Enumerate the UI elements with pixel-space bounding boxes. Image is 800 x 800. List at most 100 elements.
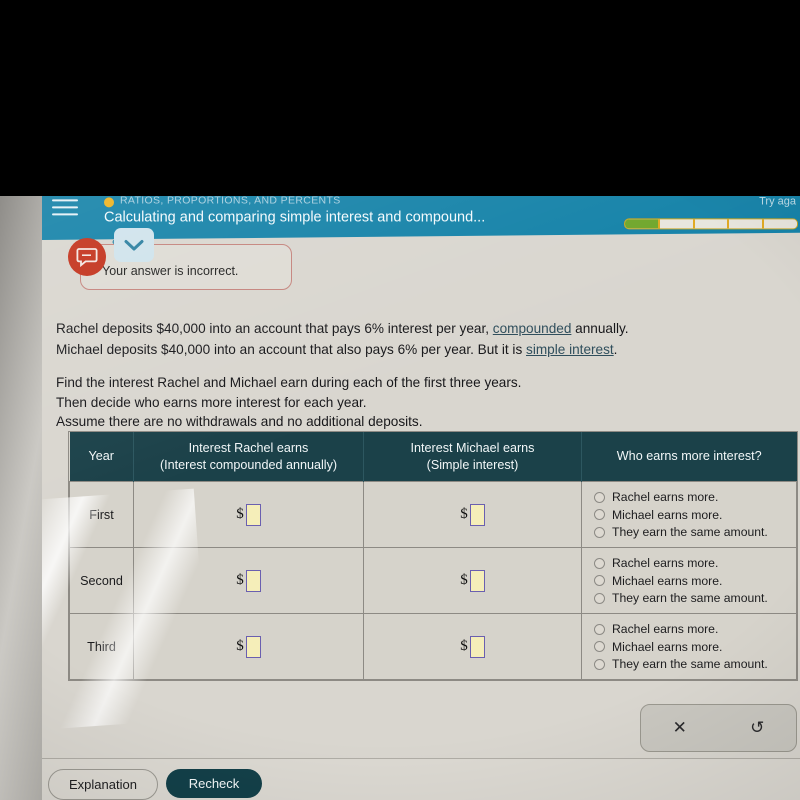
try-again-label: Try aga bbox=[759, 196, 796, 208]
radio-button-icon[interactable] bbox=[594, 575, 605, 586]
header-michael-line2: (Simple interest) bbox=[426, 457, 519, 472]
table-row: Second $ $ Rachel earns more. Michael ea… bbox=[69, 547, 797, 614]
who-earns-more-cell-first: Rachel earns more. Michael earns more. T… bbox=[581, 481, 797, 548]
problem-line-2: Michael deposits $40,000 into an account… bbox=[56, 339, 756, 360]
radio-label: They earn the same amount. bbox=[612, 525, 768, 539]
progress-bar bbox=[624, 218, 798, 230]
header-rachel-line1: Interest Rachel earns bbox=[188, 441, 309, 455]
currency-symbol: $ bbox=[236, 638, 244, 654]
who-earns-more-cell-second: Rachel earns more. Michael earns more. T… bbox=[581, 547, 797, 614]
explanation-button[interactable]: Explanation bbox=[48, 769, 158, 800]
rachel-answer-input-third[interactable] bbox=[245, 635, 261, 658]
feedback-message: Your answer is incorrect. bbox=[102, 264, 239, 278]
progress-segment bbox=[764, 219, 797, 229]
problem-statement: Rachel deposits $40,000 into an account … bbox=[56, 318, 756, 432]
lesson-title: Calculating and comparing simple interes… bbox=[104, 209, 486, 226]
year-cell: First bbox=[69, 481, 134, 548]
radio-button-icon[interactable] bbox=[594, 592, 605, 604]
michael-answer-input-first[interactable] bbox=[469, 503, 485, 526]
rachel-answer-cell: $ bbox=[133, 547, 364, 614]
problem-line-1-text-a: Rachel deposits $40,000 into an account … bbox=[56, 321, 493, 336]
rachel-answer-input-second[interactable] bbox=[245, 569, 261, 592]
michael-answer-cell: $ bbox=[363, 613, 582, 680]
header-rachel-line2: (Interest compounded annually) bbox=[159, 457, 338, 472]
radio-label: Rachel earns more. bbox=[612, 556, 719, 570]
radio-option-same-second[interactable]: They earn the same amount. bbox=[594, 589, 796, 607]
speech-bubble-icon bbox=[68, 238, 106, 276]
rachel-answer-cell: $ bbox=[133, 481, 364, 548]
clear-button[interactable]: ✕ bbox=[641, 705, 719, 751]
clear-undo-control: ✕ ↺ bbox=[640, 704, 797, 752]
header-year: Year bbox=[69, 432, 134, 482]
photo-of-screen: RATIOS, PROPORTIONS, AND PERCENTS Calcul… bbox=[0, 0, 800, 800]
money-input-group: $ bbox=[460, 635, 485, 658]
feedback-banner: ain Your answer is incorrect. bbox=[62, 228, 292, 290]
header-who: Who earns more interest? bbox=[581, 432, 797, 482]
app-screen: RATIOS, PROPORTIONS, AND PERCENTS Calcul… bbox=[42, 196, 800, 800]
michael-answer-cell: $ bbox=[363, 547, 582, 614]
progress-segment bbox=[625, 219, 660, 229]
currency-symbol: $ bbox=[460, 638, 468, 654]
undo-button[interactable]: ↺ bbox=[719, 705, 797, 751]
header-michael: Interest Michael earns (Simple interest) bbox=[363, 432, 582, 482]
table-row: First $ $ Rachel earns more. Michael ear… bbox=[69, 481, 797, 548]
footer-bar: Explanation Recheck bbox=[42, 759, 800, 800]
rachel-answer-input-first[interactable] bbox=[245, 503, 261, 526]
radio-option-rachel-third[interactable]: Rachel earns more. bbox=[594, 620, 796, 638]
money-input-group: $ bbox=[460, 569, 485, 592]
bezel-shading bbox=[0, 196, 42, 800]
currency-symbol: $ bbox=[460, 572, 468, 588]
year-cell: Third bbox=[69, 613, 134, 680]
recheck-button[interactable]: Recheck bbox=[166, 769, 262, 798]
compounded-link[interactable]: compounded bbox=[493, 321, 572, 336]
radio-button-icon[interactable] bbox=[594, 641, 605, 652]
radio-option-same-third[interactable]: They earn the same amount. bbox=[594, 655, 796, 673]
header-michael-line1: Interest Michael earns bbox=[410, 441, 535, 455]
who-earns-more-cell-third: Rachel earns more. Michael earns more. T… bbox=[581, 613, 797, 680]
rachel-answer-cell: $ bbox=[133, 613, 364, 680]
year-cell: Second bbox=[69, 547, 134, 614]
radio-label: Michael earns more. bbox=[612, 573, 723, 588]
money-input-group: $ bbox=[236, 635, 261, 658]
radio-button-icon[interactable] bbox=[594, 491, 605, 503]
radio-label: Rachel earns more. bbox=[612, 490, 719, 504]
problem-line-2-text-a: Michael deposits $40,000 into an account… bbox=[56, 342, 527, 357]
currency-symbol: $ bbox=[236, 572, 244, 588]
black-border-left bbox=[0, 196, 42, 800]
black-border-top bbox=[0, 0, 800, 196]
radio-label: They earn the same amount. bbox=[612, 657, 768, 671]
progress-segment bbox=[694, 219, 730, 229]
radio-option-rachel-second[interactable]: Rachel earns more. bbox=[594, 554, 796, 572]
radio-option-rachel-first[interactable]: Rachel earns more. bbox=[594, 488, 796, 506]
radio-option-same-first[interactable]: They earn the same amount. bbox=[594, 523, 796, 541]
michael-answer-input-third[interactable] bbox=[469, 635, 485, 658]
michael-answer-cell: $ bbox=[363, 481, 582, 548]
radio-label: Michael earns more. bbox=[612, 507, 723, 522]
simple-interest-link[interactable]: simple interest bbox=[526, 342, 614, 357]
radio-button-icon[interactable] bbox=[594, 509, 605, 520]
answer-table: Year Interest Rachel earns (Interest com… bbox=[69, 432, 797, 680]
radio-label: Rachel earns more. bbox=[612, 622, 719, 636]
michael-answer-input-second[interactable] bbox=[469, 569, 485, 592]
radio-option-michael-second[interactable]: Michael earns more. bbox=[594, 572, 796, 590]
header-rachel: Interest Rachel earns (Interest compound… bbox=[133, 432, 364, 482]
currency-symbol: $ bbox=[236, 506, 244, 522]
problem-line-4: Then decide who earns more interest for … bbox=[56, 394, 367, 410]
problem-line-2-text-b: . bbox=[613, 342, 618, 357]
chevron-down-icon[interactable] bbox=[114, 228, 154, 262]
course-dot-icon bbox=[104, 197, 114, 208]
money-input-group: $ bbox=[236, 569, 261, 592]
radio-option-michael-third[interactable]: Michael earns more. bbox=[594, 638, 796, 656]
radio-option-michael-first[interactable]: Michael earns more. bbox=[594, 506, 796, 524]
hamburger-menu-icon[interactable] bbox=[52, 199, 78, 219]
progress-segment bbox=[659, 219, 695, 229]
radio-button-icon[interactable] bbox=[594, 623, 605, 635]
problem-line-3: Find the interest Rachel and Michael ear… bbox=[56, 375, 522, 390]
radio-button-icon[interactable] bbox=[594, 658, 605, 670]
problem-instructions: Find the interest Rachel and Michael ear… bbox=[56, 373, 756, 432]
radio-button-icon[interactable] bbox=[594, 557, 605, 569]
table-row: Third $ $ Rachel earns more. Michael ear… bbox=[69, 613, 797, 680]
radio-label: Michael earns more. bbox=[612, 639, 723, 654]
radio-label: They earn the same amount. bbox=[612, 591, 768, 605]
radio-button-icon[interactable] bbox=[594, 526, 605, 538]
